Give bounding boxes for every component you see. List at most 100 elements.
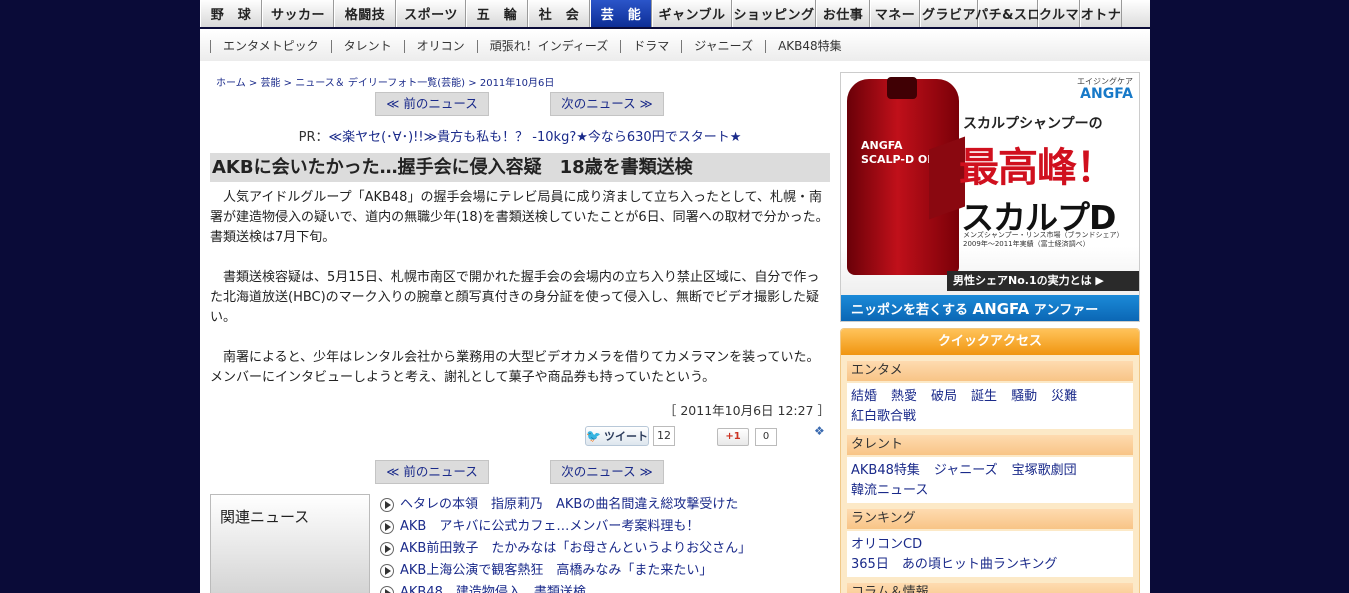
news-pager-bottom: ≪ 前のニュース 次のニュース ≫ bbox=[210, 460, 830, 486]
nav-tab-1[interactable]: サッカー bbox=[262, 0, 334, 27]
ad-copy-line2: 最高峰！ bbox=[959, 145, 1116, 191]
nav-tab-8[interactable]: ショッピング bbox=[732, 0, 816, 27]
play-circle-icon bbox=[380, 520, 394, 534]
nav-tab-7[interactable]: ギャンブル bbox=[652, 0, 732, 27]
related-news-link[interactable]: AKB前田敦子 たかみなは「お母さんというよりお父さん」 bbox=[400, 540, 751, 558]
subnav-item[interactable]: タレント bbox=[330, 39, 404, 53]
article-paragraph: 書類送検容疑は、5月15日、札幌市南区で開かれた握手会の会場内の立ち入り禁止区域… bbox=[210, 270, 820, 325]
play-circle-icon bbox=[380, 586, 394, 593]
nav-tab-6[interactable]: 芸 能 bbox=[590, 0, 652, 27]
nav-tab-2[interactable]: 格闘技 bbox=[334, 0, 396, 27]
nav-tab-13[interactable]: クルマ bbox=[1038, 0, 1080, 27]
google-plus-count: 0 bbox=[755, 428, 777, 446]
subnav-item[interactable]: AKB48特集 bbox=[765, 39, 854, 53]
quick-link[interactable]: 紅白歌合戦 bbox=[851, 407, 916, 427]
nav-tab-9[interactable]: お仕事 bbox=[816, 0, 870, 27]
article-body: 人気アイドルグループ「AKB48」の握手会場にテレビ局員に成り済まして立ち入った… bbox=[210, 188, 830, 388]
related-news-title: 関連ニュース bbox=[210, 494, 370, 593]
quick-section-head: コラム＆情報 bbox=[847, 583, 1133, 593]
subnav-item[interactable]: エンタメトピック bbox=[210, 39, 331, 53]
breadcrumb-date: 2011年10月6日 bbox=[479, 78, 555, 89]
quick-section-links: 結婚 熱愛 破局 誕生 騒動 災難紅白歌合戦 bbox=[847, 383, 1133, 429]
subnav-item[interactable]: オリコン bbox=[403, 39, 477, 53]
quick-section: ランキング オリコンCD365日 あの頃ヒット曲ランキング bbox=[847, 509, 1133, 577]
tweet-button[interactable]: 🐦 ツイート bbox=[585, 426, 649, 446]
related-news-item[interactable]: AKB48 建造物侵入 書類送検 bbox=[380, 582, 751, 593]
google-plus-one-button[interactable]: +1 bbox=[717, 428, 749, 446]
ad-copy-note: メンズシャンプー・リンス市場（ブランドシェア）2009年～2011年実績（富士経… bbox=[963, 231, 1124, 248]
quick-section-head: エンタメ bbox=[847, 361, 1133, 381]
ad-copy-line1: スカルプシャンプーの bbox=[963, 116, 1103, 132]
subnav-item[interactable]: ドラマ bbox=[620, 39, 681, 53]
play-circle-icon bbox=[380, 564, 394, 578]
breadcrumb-category[interactable]: 芸能 bbox=[260, 78, 280, 89]
quick-link[interactable]: 災難 bbox=[1051, 387, 1077, 407]
quick-section: コラム＆情報 bbox=[847, 583, 1133, 593]
pr-label: PR： bbox=[298, 130, 329, 145]
quick-access-title: クイックアクセス bbox=[841, 329, 1139, 355]
related-news-item[interactable]: ヘタレの本領 指原莉乃 AKBの曲名間違え総攻撃受けた bbox=[380, 494, 751, 516]
next-news-button[interactable]: 次のニュース ≫ bbox=[550, 92, 664, 116]
quick-section-head: タレント bbox=[847, 435, 1133, 455]
play-circle-icon bbox=[380, 542, 394, 556]
prev-news-button[interactable]: ≪ 前のニュース bbox=[375, 460, 489, 484]
nav-tab-12[interactable]: パチ&スロ bbox=[975, 0, 1040, 27]
quick-link[interactable]: 365日 あの頃ヒット曲ランキング bbox=[851, 555, 1057, 575]
quick-link[interactable]: 誕生 bbox=[971, 387, 997, 407]
quick-section: エンタメ結婚 熱愛 破局 誕生 騒動 災難紅白歌合戦 bbox=[847, 361, 1133, 429]
related-news-item[interactable]: AKB アキバに公式カフェ…メンバー考案料理も！ bbox=[380, 516, 751, 538]
quick-link[interactable]: 結婚 bbox=[851, 387, 877, 407]
breadcrumb-list[interactable]: ニュース＆ デイリーフォト一覧(芸能) bbox=[295, 78, 465, 89]
article-paragraph: 南署によると、少年はレンタル会社から業務用の大型ビデオカメラを借りてカメラマンを… bbox=[210, 350, 820, 385]
page-container: 野 球サッカー 格闘技 スポーツ五 輪社 会芸 能ギャンブル ショッピング お仕事 マネー… bbox=[200, 0, 1150, 593]
advertisement-banner[interactable]: ANGFA SCALP-D OILY エイジングケア ANGFA スカルプシャン… bbox=[840, 72, 1140, 322]
related-news-item[interactable]: AKB上海公演で観客熱狂 高橋みなみ「また来たい」 bbox=[380, 560, 751, 582]
main-column: ホーム > 芸能 > ニュース＆ デイリーフォト一覧(芸能) > 2011年10… bbox=[210, 72, 830, 593]
nav-tab-14[interactable]: オトナ bbox=[1080, 0, 1122, 27]
related-news-link[interactable]: AKB アキバに公式カフェ…メンバー考案料理も！ bbox=[400, 518, 699, 536]
prev-news-button[interactable]: ≪ 前のニュース bbox=[375, 92, 489, 116]
quick-link[interactable]: 騒動 bbox=[1011, 387, 1037, 407]
nav-tab-0[interactable]: 野 球 bbox=[200, 0, 262, 27]
ad-brand-logo: ANGFA bbox=[1080, 86, 1133, 102]
social-share-bar: 🐦 ツイート 12 +1 0 ❖ bbox=[210, 424, 830, 452]
nav-tab-11[interactable]: グラビア bbox=[920, 0, 978, 27]
related-news: 関連ニュース ヘタレの本領 指原莉乃 AKBの曲名間違え総攻撃受けた AKB アキ… bbox=[210, 494, 830, 593]
play-circle-icon bbox=[380, 498, 394, 512]
quick-link[interactable]: 破局 bbox=[931, 387, 957, 407]
nav-tab-5[interactable]: 社 会 bbox=[528, 0, 590, 27]
related-news-item[interactable]: AKB前田敦子 たかみなは「お母さんというよりお父さん」 bbox=[380, 538, 751, 560]
nav-tab-4[interactable]: 五 輪 bbox=[466, 0, 528, 27]
related-news-link[interactable]: ヘタレの本領 指原莉乃 AKBの曲名間違え総攻撃受けた bbox=[400, 496, 738, 514]
news-pager-top: ≪ 前のニュース 次のニュース ≫ bbox=[210, 92, 830, 118]
tweet-count: 12 bbox=[653, 426, 675, 446]
article-headline: AKBに会いたかった…握手会に侵入容疑 18歳を書類送検 bbox=[210, 153, 830, 182]
share-icon[interactable]: ❖ bbox=[814, 424, 828, 438]
related-news-link[interactable]: AKB48 建造物侵入 書類送検 bbox=[400, 584, 586, 593]
quick-link[interactable]: オリコンCD bbox=[851, 535, 922, 555]
quick-link[interactable]: 宝塚歌劇団 bbox=[1012, 461, 1077, 481]
quick-access-panel: クイックアクセス エンタメ 結婚 熱愛 破局 誕生 騒動 災難紅白歌合戦 タレント AKB48特… bbox=[840, 328, 1140, 593]
nav-tab-10[interactable]: マネー bbox=[870, 0, 920, 27]
breadcrumb: ホーム > 芸能 > ニュース＆ デイリーフォト一覧(芸能) > 2011年10… bbox=[216, 78, 555, 89]
quick-section-links: AKB48特集 ジャニーズ 宝塚歌劇団韓流ニュース bbox=[847, 457, 1133, 503]
subnav-item[interactable]: ジャニーズ bbox=[681, 39, 765, 53]
ad-footer: ニッポンを若くする ANGFA アンファー bbox=[841, 295, 1139, 321]
related-news-list: ヘタレの本領 指原莉乃 AKBの曲名間違え総攻撃受けた AKB アキバに公式カフェ… bbox=[380, 494, 751, 593]
next-news-button[interactable]: 次のニュース ≫ bbox=[550, 460, 664, 484]
quick-link[interactable]: AKB48特集 bbox=[851, 461, 920, 481]
twitter-bird-icon: 🐦 bbox=[586, 429, 601, 443]
quick-link[interactable]: 韓流ニュース bbox=[851, 481, 928, 501]
quick-link[interactable]: 熱愛 bbox=[891, 387, 917, 407]
nav-tab-3[interactable]: スポーツ bbox=[396, 0, 466, 27]
subnav-item[interactable]: 頑張れ！インディーズ bbox=[476, 39, 621, 53]
article-dateline: ［ 2011年10月6日 12:27 ］ bbox=[663, 403, 830, 418]
related-news-link[interactable]: AKB上海公演で観客熱狂 高橋みなみ「また来たい」 bbox=[400, 562, 712, 580]
ad-cta[interactable]: 男性シェアNo.1の実力とは ▶ bbox=[947, 271, 1139, 291]
sub-navigation: エンタメトピック タレント オリコン 頑張れ！インディーズ ドラマ ジャニーズ AKB48特… bbox=[200, 31, 1150, 61]
breadcrumb-home[interactable]: ホーム bbox=[216, 78, 246, 89]
quick-link[interactable]: ジャニーズ bbox=[934, 461, 998, 481]
pr-link[interactable]: ≪楽ヤセ(･∀･)!!≫貴方も私も！？ -10kg?★今なら630円でスタート★ bbox=[329, 130, 742, 145]
quick-section-links: オリコンCD365日 あの頃ヒット曲ランキング bbox=[847, 531, 1133, 577]
pr-banner[interactable]: PR：≪楽ヤセ(･∀･)!!≫貴方も私も！？ -10kg?★今なら630円でスタ… bbox=[210, 126, 830, 146]
